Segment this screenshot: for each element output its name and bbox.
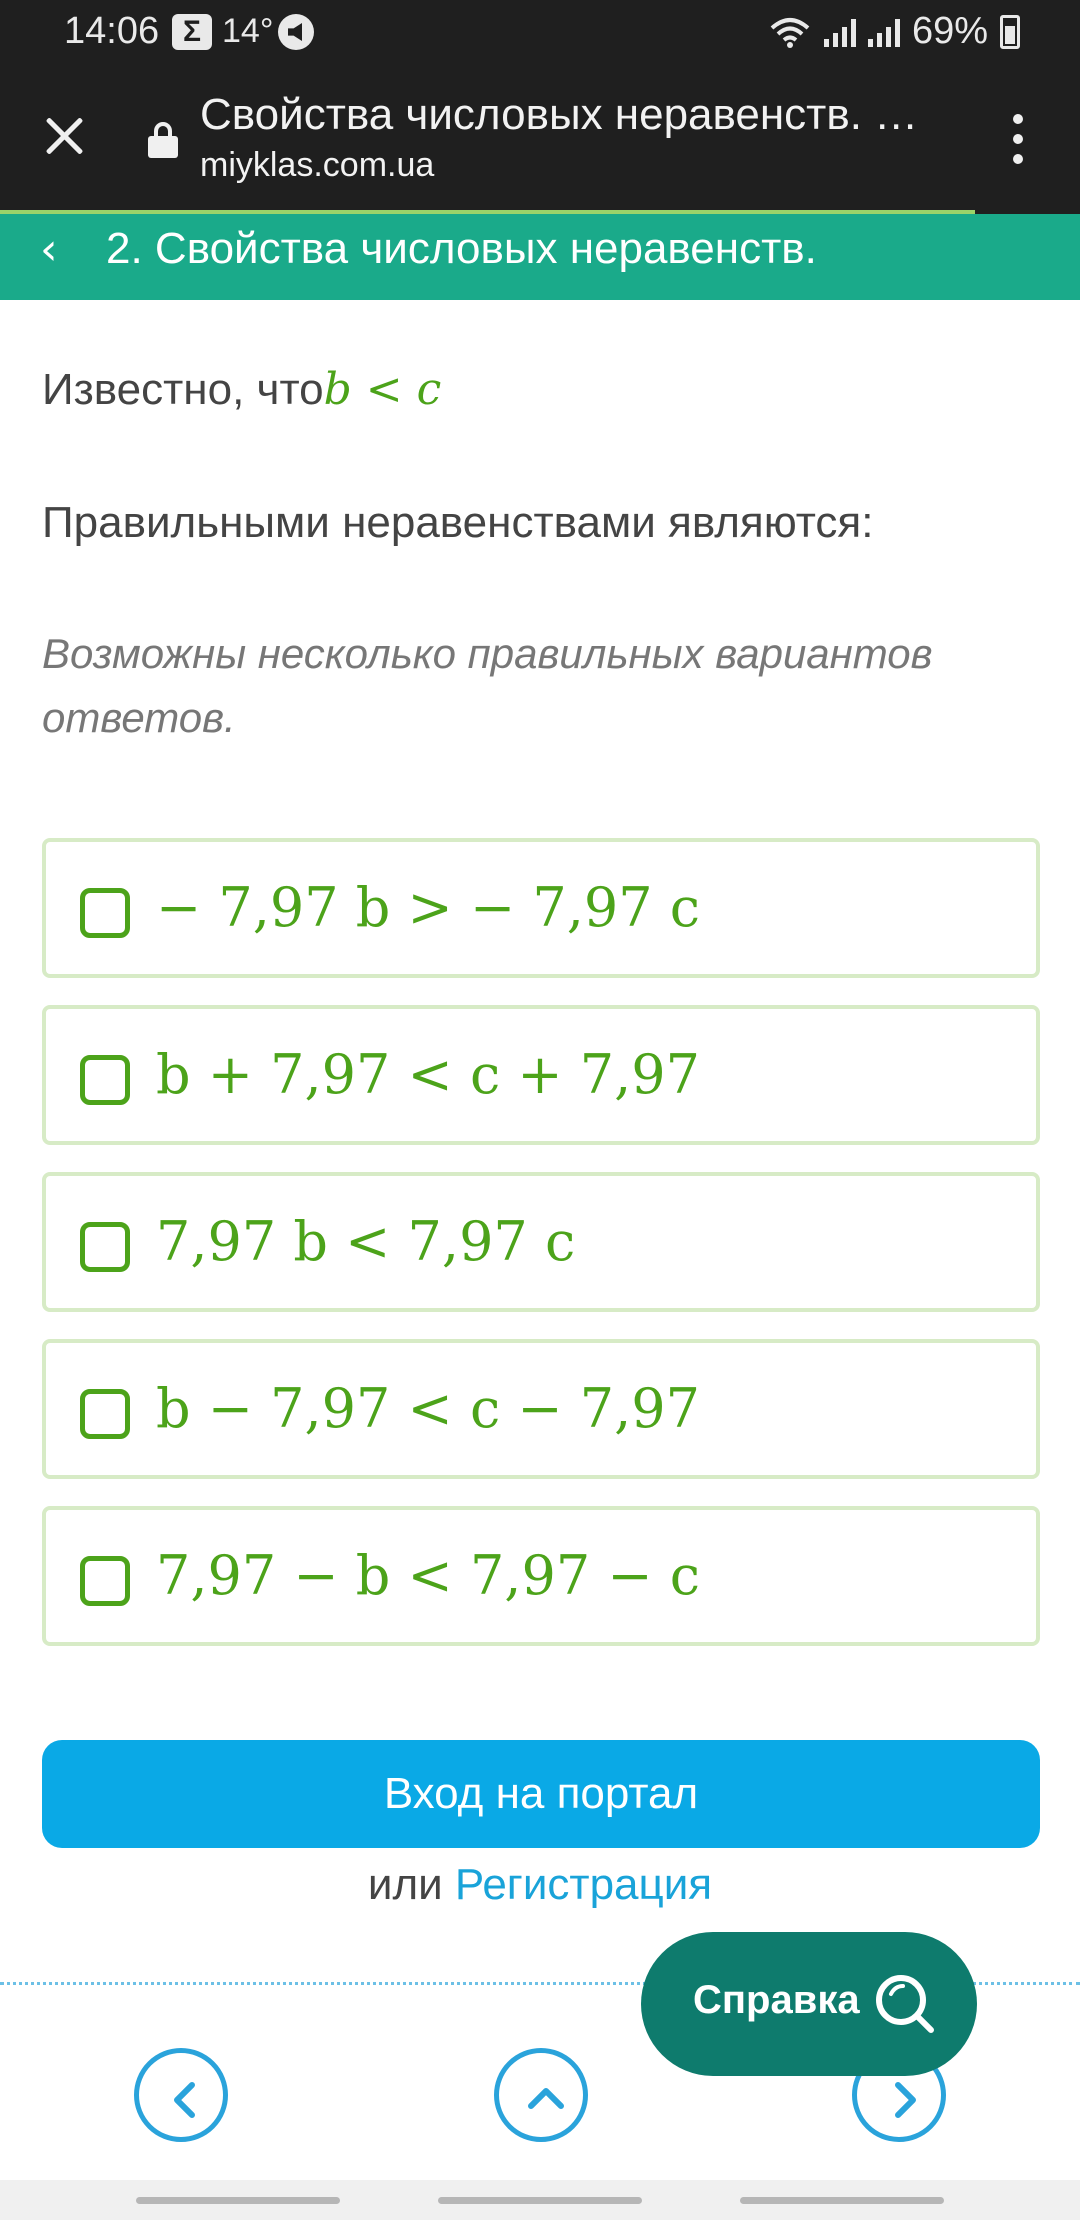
battery-icon (1000, 14, 1020, 49)
status-temperature: 14° (222, 12, 274, 50)
browser-toolbar: Свойства числовых неравенств. … miyklas.… (0, 64, 1080, 214)
home-handle[interactable] (438, 2197, 642, 2204)
condition-prefix: Известно, что (42, 365, 324, 414)
recent-apps-handle[interactable] (136, 2197, 340, 2204)
answer-option-2[interactable]: b + 7,97 < c + 7,97 (42, 1005, 1040, 1145)
option-text: b + 7,97 < c + 7,97 (156, 1043, 701, 1106)
section-title[interactable]: 2. Свойства числовых неравенств. (106, 224, 817, 274)
section-header: ‹ 2. Свойства числовых неравенств. (0, 214, 1080, 300)
answer-options: − 7,97 b > − 7,97 c b + 7,97 < c + 7,97 … (42, 838, 1040, 1673)
chevron-up-icon (528, 2088, 564, 2109)
chevron-left-icon (174, 2082, 195, 2118)
status-right-group: 69% (768, 10, 1020, 53)
checkbox[interactable] (80, 1556, 130, 1606)
more-menu-icon[interactable] (1008, 114, 1028, 174)
status-time: 14:06 (64, 10, 160, 52)
sigma-app-icon: Σ (172, 14, 212, 50)
option-text: 7,97 − b < 7,97 − c (156, 1544, 701, 1607)
answer-option-4[interactable]: b − 7,97 < c − 7,97 (42, 1339, 1040, 1479)
register-link[interactable]: Регистрация (455, 1860, 712, 1909)
option-text: − 7,97 b > − 7,97 c (156, 876, 701, 939)
chevron-right-icon (895, 2082, 916, 2118)
option-text: 7,97 b < 7,97 c (156, 1210, 576, 1273)
search-icon (876, 1975, 934, 2033)
status-bar: 14:06 Σ 14° 69% (0, 0, 1080, 64)
or-text: или (367, 1860, 455, 1909)
page-title[interactable]: Свойства числовых неравенств. … (200, 90, 960, 140)
checkbox[interactable] (80, 888, 130, 938)
checkbox[interactable] (80, 1055, 130, 1105)
page-url[interactable]: miyklas.com.ua (200, 146, 434, 185)
login-button[interactable]: Вход на портал (42, 1740, 1040, 1848)
register-line: или Регистрация (0, 1860, 1080, 1910)
checkbox[interactable] (80, 1389, 130, 1439)
condition-math: b < c (323, 364, 442, 415)
answer-option-5[interactable]: 7,97 − b < 7,97 − c (42, 1506, 1040, 1646)
wifi-icon (768, 14, 812, 50)
question-hint: Возможны несколько правильных вариантов … (42, 630, 933, 741)
help-button[interactable]: Справка (641, 1932, 977, 2076)
up-button[interactable] (494, 2048, 588, 2142)
close-icon[interactable] (38, 110, 90, 162)
battery-percent: 69% (911, 10, 988, 52)
option-text: b − 7,97 < c − 7,97 (156, 1377, 701, 1440)
help-label: Справка (693, 1978, 860, 2022)
previous-button[interactable] (134, 2048, 228, 2142)
answer-option-3[interactable]: 7,97 b < 7,97 c (42, 1172, 1040, 1312)
system-navigation-bar (0, 2180, 1080, 2220)
answer-option-1[interactable]: − 7,97 b > − 7,97 c (42, 838, 1040, 978)
notification-icon (278, 14, 314, 50)
question-prompt: Правильными неравенствами являются: (42, 498, 874, 547)
back-handle[interactable] (740, 2197, 944, 2204)
checkbox[interactable] (80, 1222, 130, 1272)
signal-icon-1 (823, 17, 856, 47)
chevron-left-icon[interactable]: ‹ (40, 224, 58, 275)
signal-icon-2 (867, 17, 900, 47)
question-condition: Известно, чтоb < c (42, 364, 441, 415)
lock-icon[interactable] (148, 122, 178, 158)
